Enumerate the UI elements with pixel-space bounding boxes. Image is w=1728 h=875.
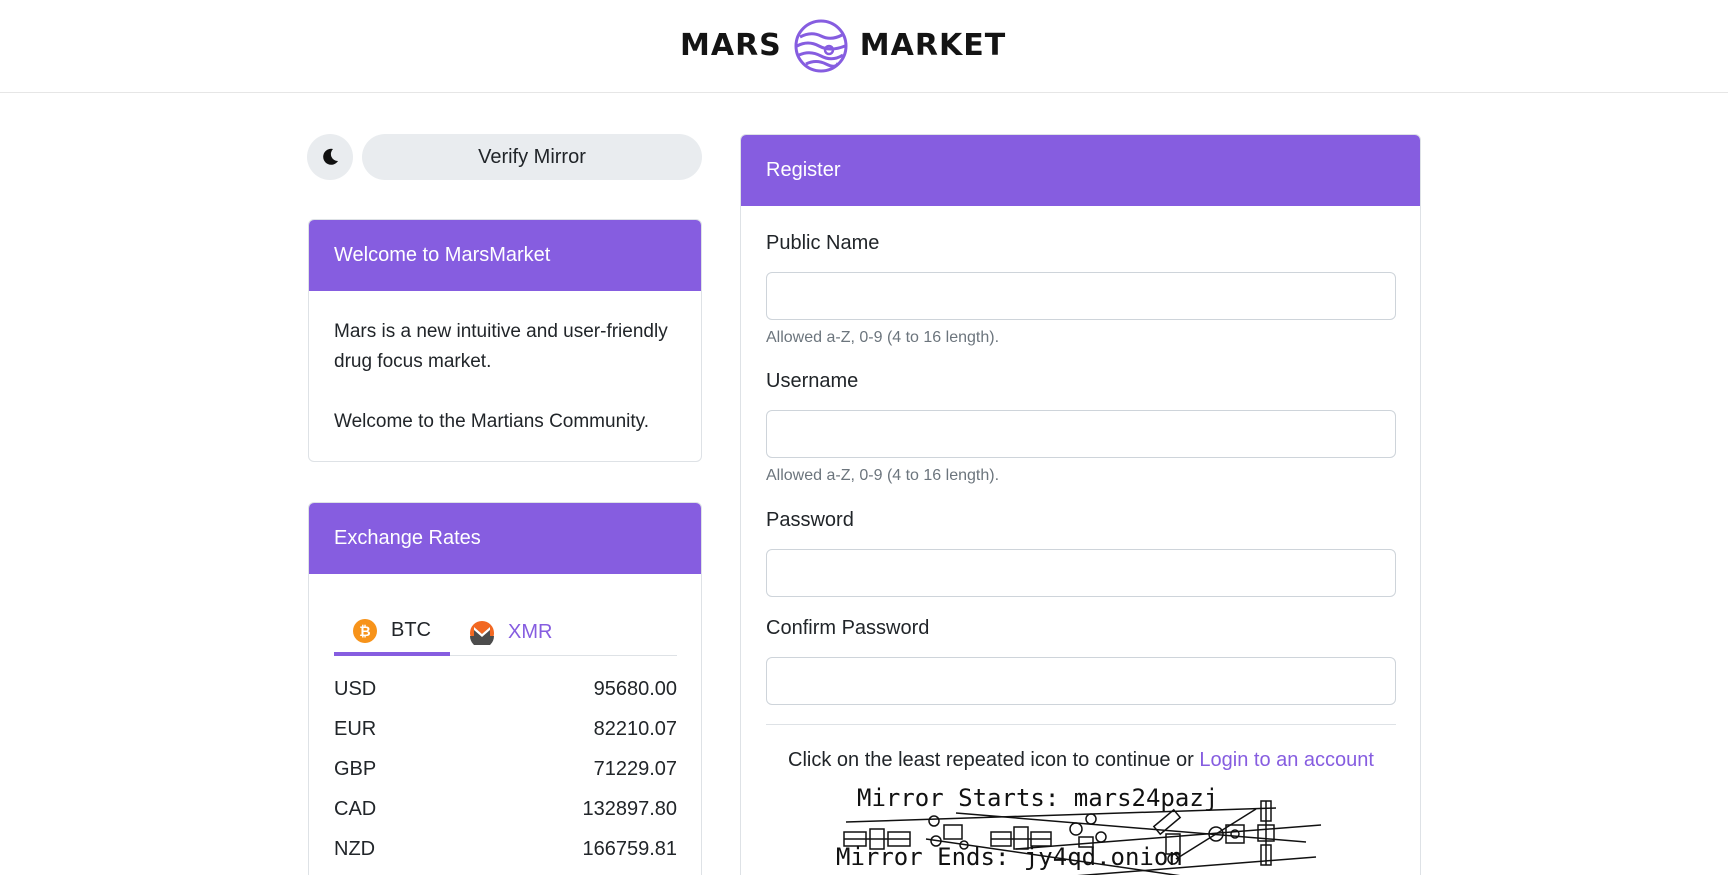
register-card: Register Public Name Allowed a-Z, 0-9 (4… [740,134,1421,875]
welcome-card-body: Mars is a new intuitive and user-friendl… [309,291,701,461]
verify-mirror-button[interactable]: Verify Mirror [362,134,702,180]
logo-text-right: MARKET [859,28,1007,63]
confirm-password-label: Confirm Password [766,617,930,639]
currency-tabs: ₿ BTC XMR [334,609,677,656]
username-help: Allowed a-Z, 0-9 (4 to 16 length). [766,467,1000,484]
rate-value: 166759.81 [582,838,677,860]
table-row: GBP 71229.07 [334,749,677,789]
rate-currency: USD [334,678,377,700]
confirm-password-input[interactable] [766,657,1396,705]
exchange-rates-card: Exchange Rates ₿ BTC XMR USD 95680.00 EU… [308,502,702,875]
rate-currency: EUR [334,718,377,740]
welcome-intro-text: Mars is a new intuitive and user-friendl… [334,321,668,372]
captcha-instruction: Click on the least repeated icon to cont… [788,749,1194,771]
logo-text-left: MARS [680,28,782,63]
captcha-prompt: Click on the least repeated icon to cont… [766,749,1396,772]
rate-currency: CAD [334,798,377,820]
tab-xmr[interactable]: XMR [470,609,552,656]
public-name-input[interactable] [766,272,1396,320]
theme-toggle-button[interactable] [307,134,353,180]
tab-xmr-label: XMR [508,621,553,643]
bitcoin-icon: ₿ [353,618,377,643]
username-input[interactable] [766,410,1396,458]
rate-currency: GBP [334,758,377,780]
public-name-label: Public Name [766,232,880,254]
welcome-community-text: Welcome to the Martians Community. [334,411,650,432]
tab-btc[interactable]: ₿ BTC [334,609,450,656]
rate-currency: NZD [334,838,376,860]
password-label: Password [766,509,854,531]
captcha-mirror-start-text: Mirror Starts: mars24pazj [857,784,1218,812]
captcha-mirror-end-text: Mirror Ends: jy4qd.onion [836,843,1183,871]
rate-value: 95680.00 [593,678,677,700]
captcha-image[interactable]: Mirror Starts: mars24pazj Mirror Ends: j… [836,779,1356,875]
form-divider [766,724,1396,725]
table-row: EUR 82210.07 [334,709,677,749]
register-title: Register [741,135,1420,206]
planet-logo-icon [794,19,848,73]
top-bar: MARS MARKET [0,0,1728,93]
rate-value: 82210.07 [593,718,677,740]
tab-btc-label: BTC [391,619,431,641]
table-row: CAD 132897.80 [334,789,677,829]
username-label: Username [766,370,859,392]
public-name-help: Allowed a-Z, 0-9 (4 to 16 length). [766,329,1000,346]
rate-value: 71229.07 [593,758,677,780]
table-row: USD 95680.00 [334,669,677,709]
table-row: NZD 166759.81 [334,829,677,869]
welcome-card: Welcome to MarsMarket Mars is a new intu… [308,219,702,462]
welcome-card-title: Welcome to MarsMarket [309,220,701,291]
login-link[interactable]: Login to an account [1199,749,1374,771]
rates-table: USD 95680.00 EUR 82210.07 GBP 71229.07 C… [334,669,677,869]
moon-icon [323,148,338,165]
rate-value: 132897.80 [582,798,677,820]
site-logo[interactable]: MARS MARKET [680,18,1006,74]
exchange-rates-title: Exchange Rates [309,503,701,574]
monero-icon [470,620,494,645]
satellite-icon[interactable] [1257,800,1275,866]
password-input[interactable] [766,549,1396,597]
